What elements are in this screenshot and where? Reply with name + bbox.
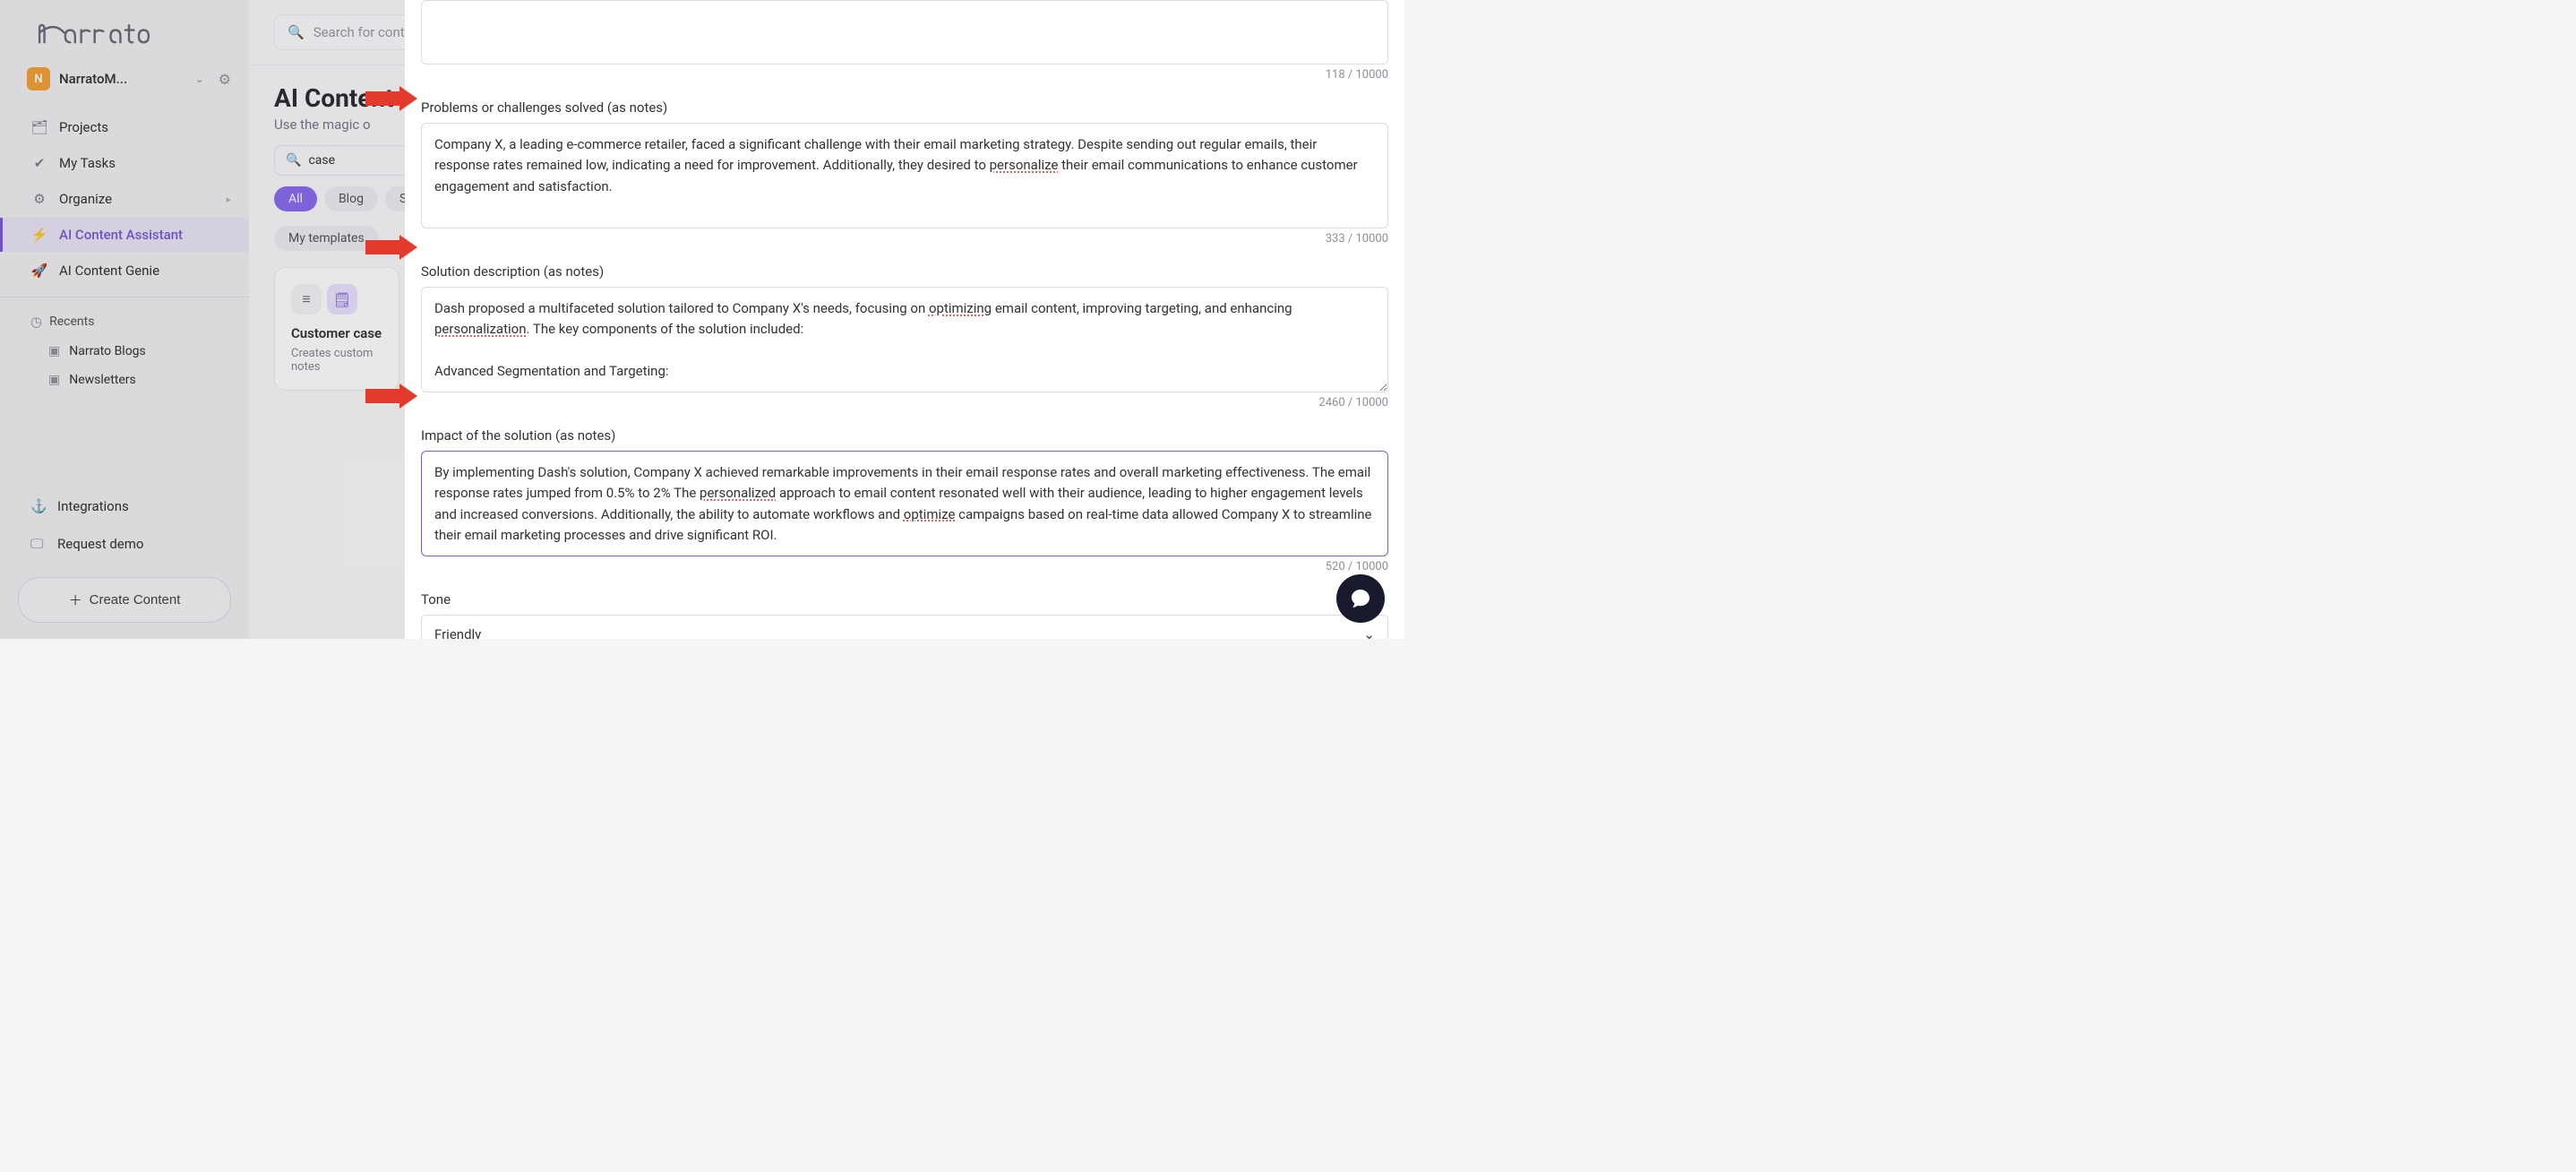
list-view-icon[interactable]: ≡ bbox=[291, 284, 322, 315]
briefcase-icon: 🗂 bbox=[30, 119, 48, 135]
nav-ai-assistant[interactable]: ⚡ AI Content Assistant bbox=[0, 218, 249, 252]
recents-label: Recents bbox=[49, 315, 94, 329]
solution-label: Solution description (as notes) bbox=[421, 263, 1388, 280]
nav-ai-genie[interactable]: 🚀 AI Content Genie bbox=[0, 254, 249, 288]
workspace-name: NarratoM... bbox=[59, 71, 186, 87]
folder-icon: ▣ bbox=[48, 373, 60, 387]
chat-icon bbox=[1350, 588, 1371, 609]
spell-error: personalization bbox=[434, 321, 527, 337]
anchor-icon: ⚓ bbox=[30, 498, 47, 514]
spell-error: personalize bbox=[990, 157, 1059, 173]
filter-search-value: case bbox=[308, 153, 335, 168]
impact-textarea[interactable]: By implementing Dash's solution, Company… bbox=[421, 451, 1388, 556]
request-demo-link[interactable]: 🖵 Request demo bbox=[18, 527, 231, 561]
check-icon: ✔ bbox=[30, 155, 48, 171]
recents-item[interactable]: ▣ Newsletters bbox=[0, 366, 249, 394]
nav: 🗂 Projects ✔ My Tasks ⚙ Organize ▸ ⚡ AI … bbox=[0, 110, 249, 288]
search-placeholder: Search for cont bbox=[313, 24, 405, 40]
problems-textarea[interactable]: Company X, a leading e-commerce retailer… bbox=[421, 123, 1388, 228]
tone-label: Tone bbox=[421, 591, 1388, 608]
recents-item-label: Narrato Blogs bbox=[69, 344, 146, 358]
create-content-button[interactable]: ＋ Create Content bbox=[18, 577, 231, 623]
workspace-badge: N bbox=[27, 67, 50, 90]
filter-search-input[interactable]: 🔍 case bbox=[274, 145, 408, 176]
counter: 333 / 10000 bbox=[421, 232, 1388, 246]
modal-panel: 118 / 10000 Problems or challenges solve… bbox=[405, 0, 1404, 639]
rocket-icon: 🚀 bbox=[30, 263, 48, 279]
chip-blog[interactable]: Blog bbox=[324, 186, 378, 211]
recents-item[interactable]: ▣ Narrato Blogs bbox=[0, 337, 249, 366]
chevron-down-icon: ⌄ bbox=[195, 73, 204, 85]
impact-label: Impact of the solution (as notes) bbox=[421, 427, 1388, 444]
folder-icon: ▣ bbox=[48, 344, 60, 358]
sidebar: N NarratoM... ⌄ ⚙ 🗂 Projects ✔ My Tasks … bbox=[0, 0, 249, 639]
nav-label: Projects bbox=[59, 119, 108, 135]
spell-error: optimize bbox=[904, 506, 956, 522]
tone-select[interactable]: Friendly ⌄ bbox=[421, 615, 1388, 639]
nav-organize[interactable]: ⚙ Organize ▸ bbox=[0, 182, 249, 216]
nav-label: AI Content Assistant bbox=[59, 227, 183, 243]
tone-value: Friendly bbox=[434, 626, 481, 639]
logo bbox=[36, 16, 231, 54]
workspace-switcher[interactable]: N NarratoM... ⌄ ⚙ bbox=[27, 67, 231, 90]
card-title: Customer case bbox=[291, 325, 382, 341]
note-view-icon[interactable]: 🗒 bbox=[327, 284, 357, 315]
foot-link-label: Request demo bbox=[57, 536, 143, 552]
counter: 520 / 10000 bbox=[421, 560, 1388, 573]
search-icon: 🔍 bbox=[286, 153, 301, 168]
gear-icon[interactable]: ⚙ bbox=[219, 71, 231, 88]
chip-my-templates[interactable]: My templates bbox=[274, 226, 379, 251]
template-card[interactable]: ≡ 🗒 Customer case Creates custom notes bbox=[274, 267, 399, 391]
counter: 118 / 10000 bbox=[421, 68, 1388, 82]
plus-icon: ＋ bbox=[69, 590, 82, 609]
card-desc-2: notes bbox=[291, 360, 382, 374]
search-icon: 🔍 bbox=[288, 24, 305, 40]
bolt-icon: ⚡ bbox=[30, 227, 48, 243]
recents-header: ◷ Recents bbox=[0, 306, 249, 337]
sliders-icon: ⚙ bbox=[30, 191, 48, 207]
nav-projects[interactable]: 🗂 Projects bbox=[0, 110, 249, 144]
nav-label: My Tasks bbox=[59, 155, 116, 171]
foot-link-label: Integrations bbox=[57, 498, 129, 514]
integrations-link[interactable]: ⚓ Integrations bbox=[18, 489, 231, 523]
chip-all[interactable]: All bbox=[274, 186, 317, 211]
spell-error: optimizing bbox=[929, 300, 992, 316]
nav-label: AI Content Genie bbox=[59, 263, 159, 279]
card-desc: Creates custom bbox=[291, 347, 382, 360]
monitor-icon: 🖵 bbox=[30, 536, 47, 552]
chat-fab[interactable] bbox=[1336, 574, 1385, 623]
spell-error: personalized bbox=[700, 485, 776, 501]
problems-label: Problems or challenges solved (as notes) bbox=[421, 99, 1388, 116]
chevron-right-icon: ▸ bbox=[226, 194, 231, 205]
create-button-label: Create Content bbox=[90, 592, 181, 608]
counter: 2460 / 10000 bbox=[421, 396, 1388, 409]
top-textarea[interactable] bbox=[421, 0, 1388, 65]
nav-label: Organize bbox=[59, 191, 112, 207]
nav-my-tasks[interactable]: ✔ My Tasks bbox=[0, 146, 249, 180]
chevron-down-icon: ⌄ bbox=[1363, 626, 1375, 639]
clock-icon: ◷ bbox=[30, 314, 42, 330]
recents-item-label: Newsletters bbox=[69, 373, 136, 387]
solution-textarea[interactable]: Dash proposed a multifaceted solution ta… bbox=[421, 287, 1388, 392]
